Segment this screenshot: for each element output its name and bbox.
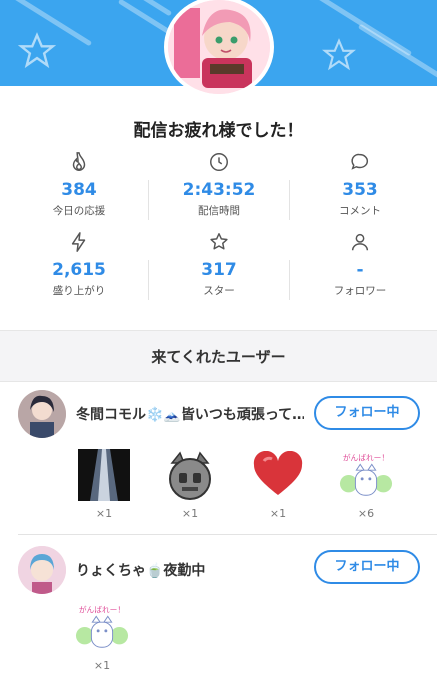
- stat-excitement: 2,615 盛り上がり: [6, 230, 152, 298]
- gift-item: がんばれー！ ×1: [72, 600, 132, 672]
- divider: [148, 260, 149, 300]
- heart-icon: [251, 448, 305, 502]
- svg-text:がんばれー！: がんばれー！: [343, 453, 389, 463]
- gift-count: ×1: [181, 507, 199, 520]
- banner-star-icon: [18, 32, 56, 69]
- clock-icon: [146, 150, 292, 174]
- avatar[interactable]: [18, 546, 66, 594]
- divider: [148, 180, 149, 220]
- stat-label: フォロワー: [333, 285, 387, 297]
- svg-text:がんばれー！: がんばれー！: [79, 605, 125, 615]
- divider: [289, 260, 290, 300]
- gift-count: ×1: [269, 507, 287, 520]
- gift-item: ×1: [248, 448, 308, 520]
- person-icon: [287, 230, 433, 254]
- stat-value: 384: [61, 180, 97, 200]
- list-item: りょくちゃ🍵夜勤中 フォロー中 がんばれー！ ×1: [0, 536, 437, 680]
- stat-value: -: [356, 260, 364, 280]
- gift-count: ×1: [95, 507, 113, 520]
- section-title: 来てくれたユーザー: [151, 347, 286, 366]
- stat-label: コメント: [339, 205, 381, 217]
- cheer-cat-icon: がんばれー！: [75, 600, 129, 654]
- user-name[interactable]: 冬間コモル❄️🗻皆いつも頑張って…: [76, 404, 304, 424]
- banner-star-icon: [322, 38, 356, 71]
- user-name[interactable]: りょくちゃ🍵夜勤中: [76, 560, 205, 580]
- stat-value: 317: [201, 260, 237, 280]
- lightning-icon: [6, 230, 152, 254]
- stat-label: 盛り上がり: [52, 285, 106, 297]
- stat-comments: 353 コメント: [287, 150, 433, 218]
- stat-value: 353: [342, 180, 378, 200]
- stat-value: 2,615: [52, 260, 106, 280]
- divider: [18, 534, 437, 535]
- avatar[interactable]: [18, 390, 66, 438]
- cheer-cat-icon: がんばれー！: [339, 448, 393, 502]
- streamer-avatar: [164, 0, 274, 98]
- visitors-section-header: 来てくれたユーザー: [0, 330, 437, 382]
- spotlight-icon: [77, 448, 131, 502]
- follow-button[interactable]: フォロー中: [314, 396, 420, 430]
- gift-count: ×1: [93, 659, 111, 672]
- stat-cheers: 384 今日の応援: [6, 150, 152, 218]
- follow-button[interactable]: フォロー中: [314, 550, 420, 584]
- gift-item: ×1: [160, 448, 220, 520]
- list-item: 冬間コモル❄️🗻皆いつも頑張って… フォロー中 ×1 ×1 ×1 がんばれー！ …: [0, 382, 437, 532]
- divider: [289, 180, 290, 220]
- comment-icon: [287, 150, 433, 174]
- gift-count: ×6: [357, 507, 375, 520]
- stat-duration: 2:43:52 配信時間: [146, 150, 292, 218]
- page-title: 配信お疲れ様でした！: [133, 121, 304, 141]
- stat-followers: - フォロワー: [287, 230, 433, 298]
- stat-label: 配信時間: [198, 205, 240, 217]
- flame-icon: [6, 150, 152, 174]
- gift-item: がんばれー！ ×6: [336, 448, 396, 520]
- gift-item: ×1: [74, 448, 134, 520]
- stat-label: スター: [203, 285, 235, 297]
- stat-label: 今日の応援: [52, 205, 106, 217]
- stat-value: 2:43:52: [182, 180, 256, 200]
- star-icon: [146, 230, 292, 254]
- stat-stars: 317 スター: [146, 230, 292, 298]
- robot-cat-icon: [163, 448, 217, 502]
